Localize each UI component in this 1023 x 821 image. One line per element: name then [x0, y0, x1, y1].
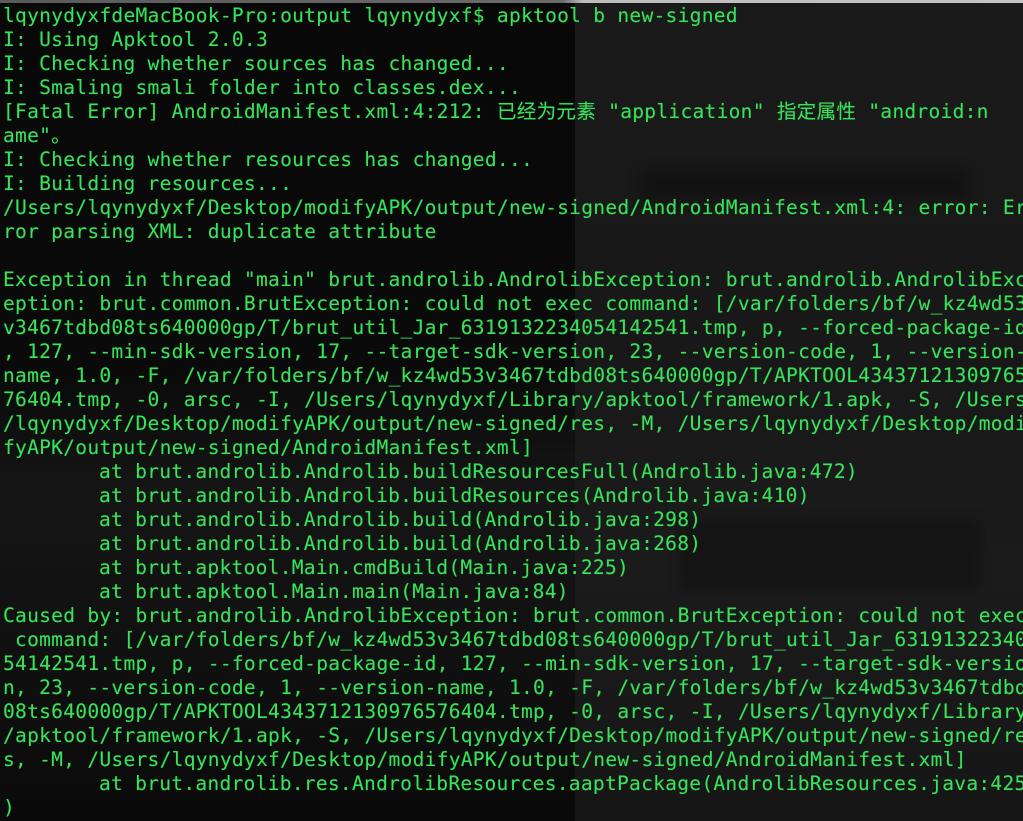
terminal-line-error: [Fatal Error] AndroidManifest.xml:4:212:…	[3, 100, 989, 123]
terminal-line-stack: at brut.apktool.Main.cmdBuild(Main.java:…	[99, 556, 630, 579]
terminal-line-info: I: Smaling smali folder into classes.dex…	[3, 76, 521, 99]
terminal-line-stack: at brut.androlib.Androlib.buildResources…	[99, 484, 810, 507]
terminal-line-exception: 54142541.tmp, p, --forced-package-id, 12…	[3, 652, 1023, 675]
terminal-line-error: /Users/lqynydyxf/Desktop/modifyAPK/outpu…	[3, 196, 1023, 219]
terminal-line-exception: Exception in thread "main" brut.androlib…	[3, 268, 1023, 291]
terminal-window[interactable]: lqynydyxfdeMacBook-Pro:output lqynydyxf$…	[0, 0, 1023, 821]
terminal-line-stack: at brut.androlib.Androlib.build(Androlib…	[99, 532, 702, 555]
terminal-line-command: lqynydyxfdeMacBook-Pro:output lqynydyxf$…	[3, 4, 738, 27]
terminal-line-exception: fyAPK/output/new-signed/AndroidManifest.…	[3, 436, 534, 459]
terminal-line-exception: , 127, --min-sdk-version, 17, --target-s…	[3, 340, 1023, 363]
terminal-line-info: I: Checking whether resources has change…	[3, 148, 534, 171]
terminal-line-error: ame"。	[3, 124, 72, 147]
terminal-line-exception: 08ts640000gp/T/APKTOOL434371213097657640…	[3, 700, 1023, 723]
terminal-line-stack: at brut.androlib.res.AndrolibResources.a…	[99, 772, 1023, 795]
terminal-output[interactable]: lqynydyxfdeMacBook-Pro:output lqynydyxf$…	[3, 4, 1023, 820]
terminal-line-exception: eption: brut.common.BrutException: could…	[3, 292, 1023, 315]
terminal-line-exception: )	[3, 796, 16, 819]
terminal-line-exception: /apktool/framework/1.apk, -S, /Users/lqy…	[3, 724, 1023, 747]
terminal-line-exception: 76404.tmp, -0, arsc, -I, /Users/lqynydyx…	[3, 388, 1023, 411]
terminal-line-info: I: Using Apktool 2.0.3	[3, 28, 269, 51]
terminal-line-exception: s, -M, /Users/lqynydyxf/Desktop/modifyAP…	[3, 748, 967, 771]
terminal-line-exception: v3467tdbd08ts640000gp/T/brut_util_Jar_63…	[3, 316, 1023, 339]
terminal-line-stack: at brut.androlib.Androlib.buildResources…	[99, 460, 858, 483]
terminal-line-error: ror parsing XML: duplicate attribute	[3, 220, 437, 243]
terminal-line-exception: n, 23, --version-code, 1, --version-name…	[3, 676, 1023, 699]
terminal-line-stack: at brut.androlib.Androlib.build(Androlib…	[99, 508, 702, 531]
window-top-edge	[0, 0, 1023, 3]
terminal-line-exception: /lqynydyxf/Desktop/modifyAPK/output/new-…	[3, 412, 1023, 435]
terminal-line-stack: at brut.apktool.Main.main(Main.java:84)	[99, 580, 569, 603]
terminal-line-info: I: Building resources...	[3, 172, 293, 195]
terminal-line-exception: command: [/var/folders/bf/w_kz4wd53v3467…	[3, 628, 1023, 651]
terminal-line-exception: Caused by: brut.androlib.AndrolibExcepti…	[3, 604, 1023, 627]
terminal-line-exception: name, 1.0, -F, /var/folders/bf/w_kz4wd53…	[3, 364, 1023, 387]
terminal-line-info: I: Checking whether sources has changed.…	[3, 52, 509, 75]
